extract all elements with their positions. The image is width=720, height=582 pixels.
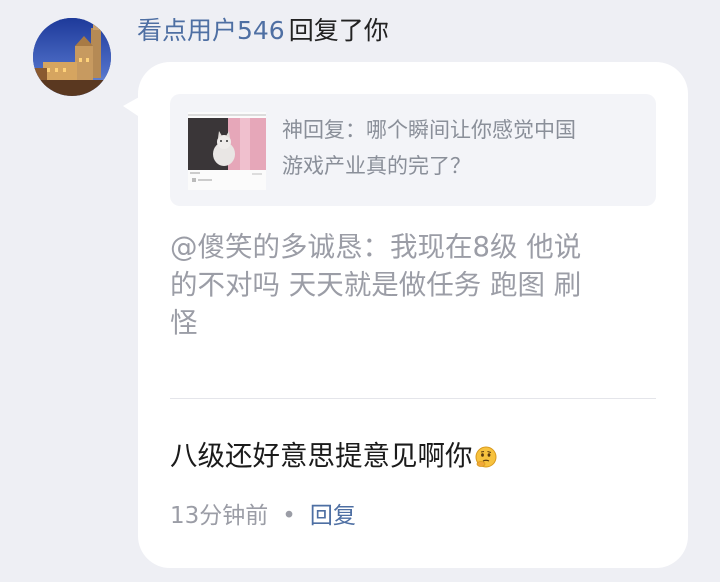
parent-comment-line: @傻笑的多诚恳：我现在8级 他说 <box>170 231 582 263</box>
comment-meta: 13分钟前 • 回复 <box>170 499 356 533</box>
parent-comment: @傻笑的多诚恳：我现在8级 他说 的不对吗 天天就是做任务 跑图 刷 怪 <box>170 228 658 342</box>
reply-bubble: 神回复：哪个瞬间让你感觉中国 游戏产业真的完了？ @傻笑的多诚恳：我现在8级 他… <box>138 62 688 568</box>
action-text: 回复了你 <box>288 16 389 45</box>
quote-line: 游戏产业真的完了？ <box>282 154 471 178</box>
quote-line: 神回复：哪个瞬间让你感觉中国 <box>282 118 576 142</box>
parent-comment-line: 怪 <box>170 307 198 339</box>
username-link[interactable]: 看点用户546 <box>137 16 285 45</box>
timestamp: 13分钟前 <box>170 503 269 529</box>
cat-photo-image <box>188 112 266 190</box>
reply-button[interactable]: 回复 <box>310 503 356 529</box>
avatar[interactable] <box>33 18 111 96</box>
quoted-post-title: 神回复：哪个瞬间让你感觉中国 游戏产业真的完了？ <box>282 112 642 184</box>
post-thumbnail <box>188 112 266 190</box>
separator-dot: • <box>282 503 296 529</box>
thinking-emoji-icon <box>474 441 498 468</box>
notification-header: 看点用户546 回复了你 <box>137 13 389 49</box>
avatar-cathedral-image <box>33 18 111 96</box>
parent-comment-line: 的不对吗 天天就是做任务 跑图 刷 <box>170 269 582 301</box>
quoted-post-card[interactable]: 神回复：哪个瞬间让你感觉中国 游戏产业真的完了？ <box>170 94 656 206</box>
reply-text: 八级还好意思提意见啊你 <box>170 440 473 472</box>
reply-content: 八级还好意思提意见啊你 <box>170 437 498 475</box>
divider <box>170 398 656 399</box>
